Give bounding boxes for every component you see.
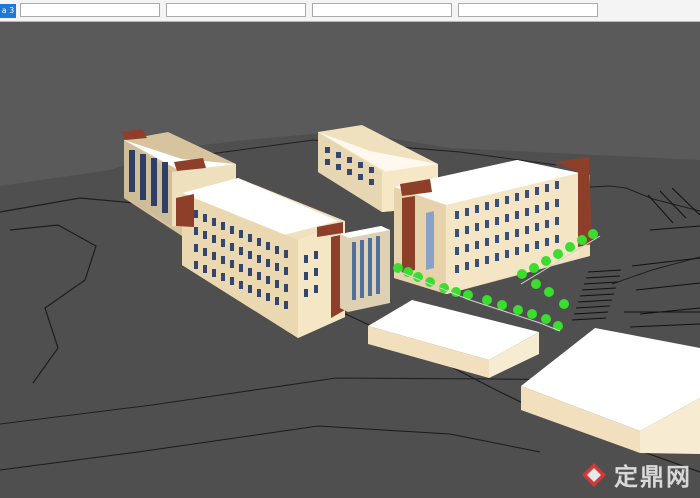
watermark: 定鼎网 bbox=[580, 457, 692, 492]
toolbar-input-4[interactable] bbox=[458, 3, 598, 17]
toolbar: a 3 bbox=[0, 0, 700, 22]
tab-viewport[interactable]: a 3 bbox=[0, 4, 16, 18]
toolbar-input-3[interactable] bbox=[312, 3, 452, 17]
3d-viewport[interactable]: 定鼎网 bbox=[0, 22, 700, 498]
scene-canvas bbox=[0, 22, 700, 498]
dingding-logo-icon bbox=[582, 462, 606, 487]
toolbar-input-2[interactable] bbox=[166, 3, 306, 17]
app-window: a 3 定鼎网 bbox=[0, 0, 700, 498]
toolbar-input-1[interactable] bbox=[20, 3, 160, 17]
building-connector[interactable] bbox=[340, 226, 390, 312]
watermark-text: 定鼎网 bbox=[614, 463, 692, 491]
